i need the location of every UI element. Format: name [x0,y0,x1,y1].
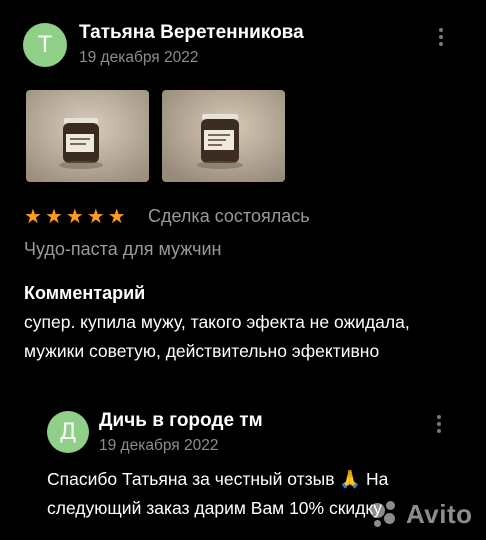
rating-stars: ★ ★ ★ ★ ★ [24,206,126,226]
review-date: 19 декабря 2022 [79,49,199,66]
review-more-options-icon[interactable] [438,28,444,46]
reply-date: 19 декабря 2022 [99,437,219,454]
star-icon: ★ [86,204,105,228]
reviewer-name[interactable]: Татьяна Веретенникова [79,22,304,44]
seller-avatar[interactable]: Д [47,411,89,453]
avito-watermark-text: Avito [406,499,473,529]
product-name[interactable]: Чудо-паста для мужчин [24,239,221,260]
reviewer-avatar[interactable]: Т [23,23,67,67]
comment-heading: Комментарий [24,283,146,303]
seller-avatar-letter: Д [59,419,77,445]
avito-logo-icon [370,500,400,529]
star-icon: ★ [65,204,84,228]
review-photo[interactable] [26,90,149,182]
comment-text: супер. купила мужу, такого эфекта не ожи… [24,312,410,361]
review-photo[interactable] [162,90,285,182]
star-icon: ★ [44,204,63,228]
reviewer-avatar-letter: Т [38,32,52,58]
deal-status: Сделка состоялась [148,206,310,226]
seller-name[interactable]: Дичь в городе тм [99,410,263,432]
reply-more-options-icon[interactable] [436,415,442,433]
star-icon: ★ [24,204,42,228]
star-icon: ★ [107,204,126,228]
avito-watermark: Avito [370,499,473,530]
